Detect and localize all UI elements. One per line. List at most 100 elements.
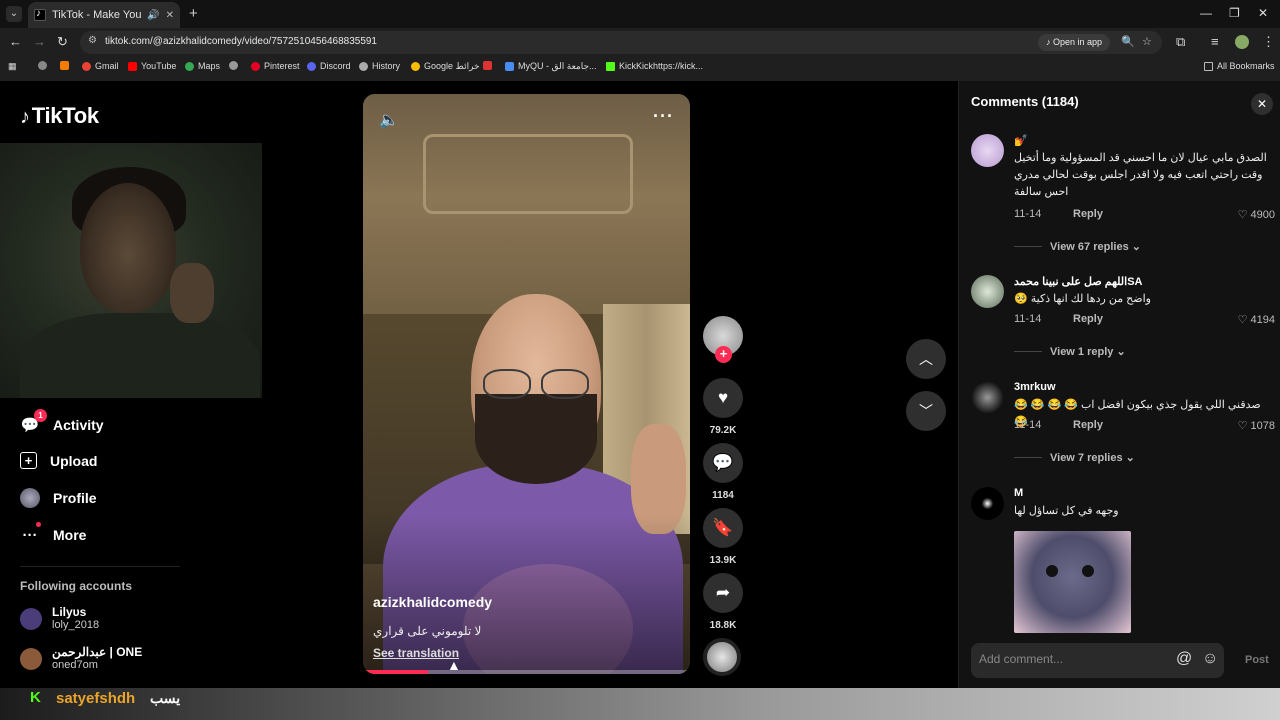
like-button[interactable]: ♥ — [703, 378, 743, 418]
close-icon[interactable]: ✕ — [1251, 93, 1273, 115]
comment-text: واضح من ردها لك انها ذكية 🥺 — [1014, 293, 1151, 305]
bookmark-star-icon[interactable]: ☆ — [1142, 35, 1152, 48]
bookmark-history[interactable]: History — [359, 61, 400, 71]
comment-like[interactable]: ♡ 1078 — [1238, 419, 1275, 432]
bookmark-kick[interactable]: KickKickhttps://kick... — [606, 61, 703, 71]
nav-profile[interactable]: Profile — [20, 488, 97, 508]
view-replies-button[interactable]: View 7 replies ⌄ — [1014, 451, 1135, 464]
nav-activity[interactable]: 💬 1 Activity — [20, 409, 104, 435]
all-bookmarks[interactable]: All Bookmarks — [1204, 61, 1275, 71]
site-info-icon[interactable]: ⚙ — [88, 35, 97, 46]
video-progress-bar[interactable] — [363, 670, 690, 674]
new-tab-button[interactable]: + — [189, 5, 198, 22]
view-replies-label: View 1 reply — [1050, 345, 1114, 358]
comments-panel: Comments (1184) ✕ 💅 الصدق مابي عيال لان … — [958, 81, 1280, 688]
toolbar: ← → ↻ ⚙ tiktok.com/@azizkhalidcomedy/vid… — [0, 28, 1280, 56]
menu-icon[interactable]: ⋮ — [1262, 34, 1275, 50]
comment-date: 11-14 — [1014, 208, 1042, 220]
nav-upload[interactable]: + Upload — [20, 452, 97, 469]
bookmark-myqu[interactable]: MyQU - جامعة الق... — [505, 61, 597, 72]
blogger-icon[interactable] — [60, 61, 73, 70]
bookmark-pinterest[interactable]: Pinterest — [251, 61, 300, 71]
avatar[interactable] — [971, 487, 1004, 520]
view-replies-button[interactable]: View 1 reply ⌄ — [1014, 345, 1126, 358]
bookmark-google-maps[interactable]: Google خرائط — [411, 61, 480, 72]
post-button[interactable]: Post — [1245, 654, 1269, 666]
close-window-icon[interactable]: ✕ — [1258, 6, 1268, 20]
extensions-icon[interactable]: ⧉ — [1176, 34, 1185, 50]
chevron-down-icon: ⌄ — [1131, 241, 1141, 253]
comment-user[interactable]: 💅 — [1014, 134, 1028, 147]
close-tab-icon[interactable]: ✕ — [166, 10, 174, 21]
view-replies-button[interactable]: View 67 replies ⌄ — [1014, 240, 1141, 253]
bookmark-youtube[interactable]: YouTube — [128, 61, 176, 71]
bookmark-gmail[interactable]: Gmail — [82, 61, 119, 71]
folder-icon — [1204, 61, 1213, 71]
next-video-button[interactable]: ﹀ — [906, 391, 946, 431]
mention-icon[interactable]: @ — [1176, 650, 1192, 668]
music-disc-icon[interactable] — [703, 638, 741, 676]
account-name: Lilyυs — [52, 605, 87, 619]
speaker-icon[interactable]: 🔊 — [147, 10, 159, 21]
heart-icon: ♥ — [717, 388, 729, 407]
bookmark-globe[interactable] — [229, 61, 242, 70]
forward-icon[interactable]: → — [33, 34, 46, 49]
zoom-icon[interactable]: 🔍 — [1121, 35, 1135, 48]
reading-list-icon[interactable]: ≡ — [1211, 34, 1219, 49]
kick-suffix: يسب — [150, 690, 181, 706]
avatar[interactable] — [971, 275, 1004, 308]
avatar — [20, 647, 42, 670]
avatar[interactable] — [971, 381, 1004, 414]
comment-user[interactable]: 3mrkuw — [1014, 381, 1056, 393]
comment-button[interactable]: 💬 — [703, 443, 743, 483]
tiktok-logo[interactable]: ♪TikTok — [20, 103, 99, 129]
back-icon[interactable]: ← — [9, 34, 22, 49]
profile-avatar-icon[interactable] — [1235, 35, 1249, 49]
comment-user[interactable]: اللهم صل على نبينا محمدSA — [1014, 275, 1143, 288]
bookmark-discord[interactable]: Discord — [307, 61, 351, 71]
browser-tab[interactable]: TikTok - Make Your Day 🔊 ✕ — [28, 2, 180, 28]
video-player[interactable]: 🔈 ··· azizkhalidcomedy لا تلوموني على قر… — [363, 94, 690, 674]
comment-like[interactable]: ♡ 4194 — [1238, 313, 1275, 326]
apps-icon[interactable]: ▦ — [8, 61, 17, 72]
webcam-face — [80, 183, 176, 313]
maps-icon — [411, 62, 420, 71]
emoji-icon[interactable]: ☺ — [1202, 650, 1218, 668]
upload-icon: + — [20, 452, 37, 469]
follow-plus-icon[interactable]: + — [715, 346, 732, 363]
open-in-app-button[interactable]: ♪ Open in app — [1038, 34, 1111, 51]
url-text[interactable]: tiktok.com/@azizkhalidcomedy/video/75725… — [105, 36, 377, 47]
bookmark-maps[interactable]: Maps — [185, 61, 220, 71]
more-options-icon[interactable]: ··· — [653, 106, 674, 127]
reload-icon[interactable]: ↻ — [57, 34, 68, 50]
avatar[interactable] — [971, 134, 1004, 167]
nav-more[interactable]: ··· More — [20, 522, 86, 545]
volume-icon[interactable]: 🔈 — [379, 110, 399, 130]
globe-icon[interactable] — [38, 61, 51, 70]
following-account[interactable]: عبدالرحمن | ONE oned7om — [20, 645, 142, 672]
address-bar[interactable]: ⚙ tiktok.com/@azizkhalidcomedy/video/757… — [80, 31, 1162, 54]
tab-search-button[interactable]: ⌄ — [6, 6, 22, 22]
save-button[interactable]: 🔖 — [703, 508, 743, 548]
bookmark-youtube-red[interactable] — [483, 61, 496, 70]
reply-button[interactable]: Reply — [1073, 419, 1103, 431]
view-replies-label: View 7 replies — [1050, 451, 1123, 464]
video-progress-fill — [363, 670, 429, 674]
save-count: 13.9K — [709, 555, 737, 566]
share-icon: ➦ — [715, 583, 731, 602]
reply-button[interactable]: Reply — [1073, 313, 1103, 325]
following-account[interactable]: Lilyυs loly_2018 — [20, 605, 99, 632]
kick-icon: K — [30, 689, 41, 706]
comment-text: الصدق مابي عيال لان ما احسني قد المسؤولي… — [1014, 152, 1267, 198]
open-in-app-label: Open in app — [1053, 37, 1103, 47]
reply-button[interactable]: Reply — [1073, 208, 1103, 220]
comment-user[interactable]: M — [1014, 487, 1023, 499]
comment-input[interactable]: Add comment... @ ☺ — [971, 643, 1224, 678]
video-username[interactable]: azizkhalidcomedy — [373, 594, 492, 610]
share-button[interactable]: ➦ — [703, 573, 743, 613]
youtube-icon — [483, 61, 492, 70]
minimize-icon[interactable]: — — [1200, 6, 1212, 20]
comment-like[interactable]: ♡ 4900 — [1238, 208, 1275, 221]
previous-video-button[interactable]: ︿ — [906, 339, 946, 379]
restore-icon[interactable]: ❐ — [1229, 6, 1240, 20]
